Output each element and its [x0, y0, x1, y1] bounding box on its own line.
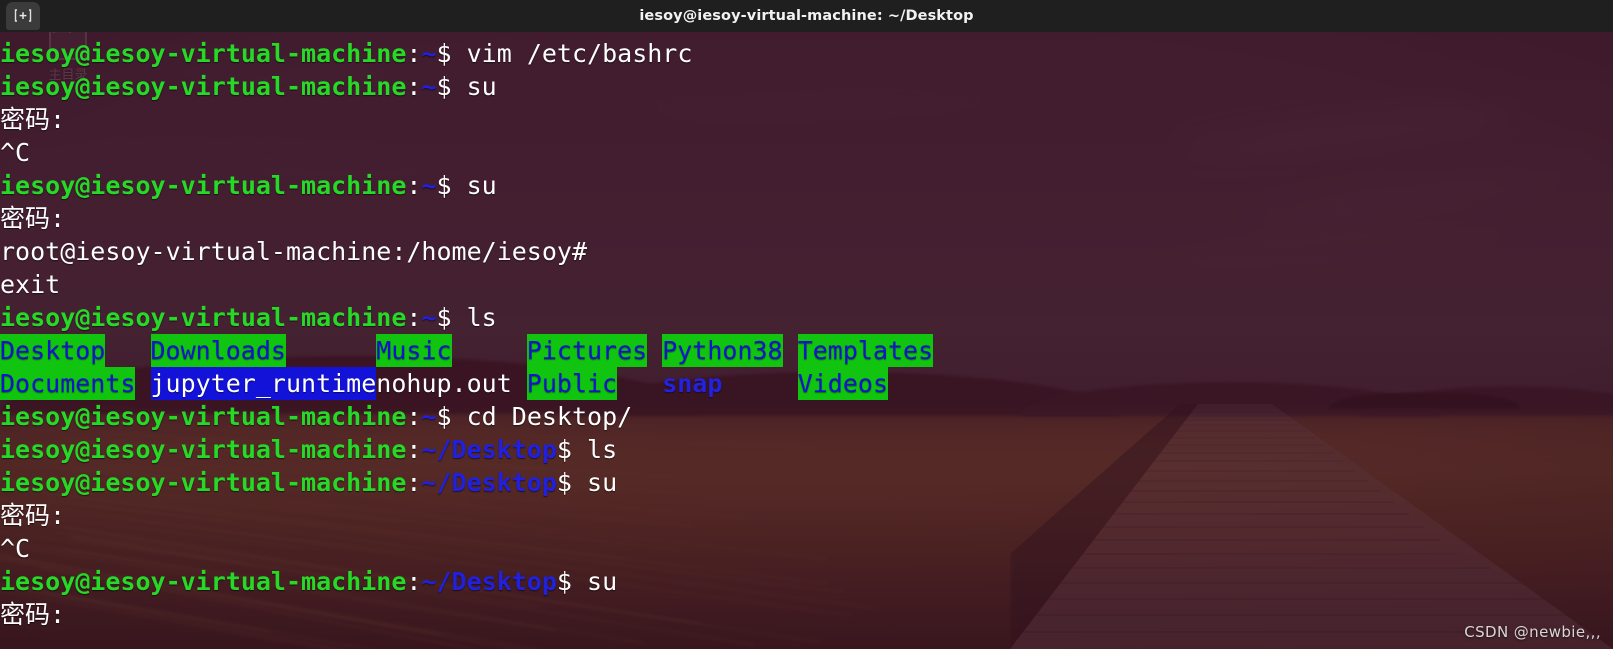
ls-entry[interactable]: jupyter_runtime [151, 367, 377, 400]
terminal-output-line: exit [0, 268, 1613, 301]
terminal-prompt-line: iesoy@iesoy-virtual-machine:~$ su [0, 70, 1613, 103]
terminal-command: su [452, 171, 497, 200]
ls-entry[interactable]: nohup.out [376, 367, 511, 400]
prompt-user-host: iesoy@iesoy-virtual-machine [0, 72, 406, 101]
prompt-path: ~ [421, 39, 436, 68]
prompt-dollar: $ [557, 468, 572, 497]
ls-entry[interactable]: Music [376, 334, 451, 367]
terminal-output-text: 密码: [0, 204, 65, 233]
ls-output-row: Documents jupyter_runtime nohup.out Public s… [0, 367, 1613, 400]
terminal-command: su [572, 567, 617, 596]
prompt-path: ~ [421, 72, 436, 101]
prompt-user-host: iesoy@iesoy-virtual-machine [0, 468, 406, 497]
terminal-output-line: 密码: [0, 499, 1613, 532]
terminal-prompt-line: iesoy@iesoy-virtual-machine:~$ cd Deskto… [0, 400, 1613, 433]
ls-entry[interactable]: Desktop [0, 334, 105, 367]
terminal-output-text: 密码: [0, 501, 65, 530]
window-titlebar: iesoy@iesoy-virtual-machine: ~/Desktop [0, 0, 1613, 32]
terminal-output-line: 密码: [0, 598, 1613, 631]
prompt-dollar: $ [437, 39, 452, 68]
prompt-path: ~ [421, 402, 436, 431]
terminal-output-line: ^C [0, 136, 1613, 169]
new-tab-button[interactable] [6, 2, 40, 30]
terminal-output-text: root@iesoy-virtual-machine:/home/iesoy# [0, 237, 587, 266]
terminal-prompt-line: iesoy@iesoy-virtual-machine:~$ ls [0, 301, 1613, 334]
window-title: iesoy@iesoy-virtual-machine: ~/Desktop [0, 0, 1613, 32]
ls-entry[interactable]: snap [662, 367, 722, 400]
prompt-colon: : [406, 402, 421, 431]
terminal-output-text: ^C [0, 138, 30, 167]
terminal-command: su [572, 468, 617, 497]
prompt-user-host: iesoy@iesoy-virtual-machine [0, 435, 406, 464]
new-tab-plus-icon [14, 8, 32, 24]
terminal-command: su [452, 72, 497, 101]
prompt-path: ~ [421, 303, 436, 332]
prompt-colon: : [406, 72, 421, 101]
terminal-output-text: 密码: [0, 600, 65, 629]
ls-entry[interactable]: Public [527, 367, 617, 400]
terminal-text-buffer: iesoy@iesoy-virtual-machine:~$ vim /etc/… [0, 32, 1613, 631]
terminal-prompt-line: iesoy@iesoy-virtual-machine:~$ su [0, 169, 1613, 202]
ls-entry[interactable]: Pictures [527, 334, 647, 367]
ls-entry[interactable]: Videos [798, 367, 888, 400]
prompt-path: ~/Desktop [421, 468, 556, 497]
prompt-path: ~/Desktop [421, 435, 556, 464]
prompt-colon: : [406, 435, 421, 464]
prompt-dollar: $ [437, 402, 452, 431]
terminal-output-line: 密码: [0, 202, 1613, 235]
prompt-dollar: $ [557, 435, 572, 464]
terminal-output-text: ^C [0, 534, 30, 563]
ls-entry[interactable]: Python38 [662, 334, 782, 367]
ls-entry[interactable]: Templates [798, 334, 933, 367]
ls-output-row: Desktop Downloads Music Pictures Python38 Tem… [0, 334, 1613, 367]
ls-entry[interactable]: Downloads [151, 334, 286, 367]
terminal-output-line: 密码: [0, 103, 1613, 136]
terminal-command: cd Desktop/ [452, 402, 633, 431]
terminal-output-line: ^C [0, 532, 1613, 565]
ls-entry[interactable]: Documents [0, 367, 135, 400]
prompt-colon: : [406, 468, 421, 497]
prompt-user-host: iesoy@iesoy-virtual-machine [0, 39, 406, 68]
watermark: CSDN @newbie,,, [1464, 623, 1601, 641]
prompt-colon: : [406, 303, 421, 332]
terminal-prompt-line: iesoy@iesoy-virtual-machine:~$ vim /etc/… [0, 37, 1613, 70]
prompt-dollar: $ [557, 567, 572, 596]
prompt-dollar: $ [437, 171, 452, 200]
terminal-prompt-line: iesoy@iesoy-virtual-machine:~/Desktop$ s… [0, 466, 1613, 499]
terminal-prompt-line: iesoy@iesoy-virtual-machine:~/Desktop$ s… [0, 565, 1613, 598]
prompt-user-host: iesoy@iesoy-virtual-machine [0, 402, 406, 431]
terminal-command: ls [452, 303, 497, 332]
prompt-colon: : [406, 171, 421, 200]
prompt-user-host: iesoy@iesoy-virtual-machine [0, 567, 406, 596]
terminal-output-text: 密码: [0, 105, 65, 134]
terminal-output-text: exit [0, 270, 60, 299]
terminal-window: 主目录 iesoy@iesoy-virtual-machine:~$ vim /… [0, 0, 1613, 649]
prompt-user-host: iesoy@iesoy-virtual-machine [0, 171, 406, 200]
prompt-dollar: $ [437, 303, 452, 332]
terminal-prompt-line: iesoy@iesoy-virtual-machine:~/Desktop$ l… [0, 433, 1613, 466]
prompt-colon: : [406, 567, 421, 596]
terminal-command: vim /etc/bashrc [452, 39, 693, 68]
prompt-colon: : [406, 39, 421, 68]
prompt-user-host: iesoy@iesoy-virtual-machine [0, 303, 406, 332]
terminal-command: ls [572, 435, 617, 464]
terminal-content-area[interactable]: iesoy@iesoy-virtual-machine:~$ vim /etc/… [0, 32, 1613, 649]
prompt-path: ~/Desktop [421, 567, 556, 596]
prompt-path: ~ [421, 171, 436, 200]
terminal-output-line: root@iesoy-virtual-machine:/home/iesoy# [0, 235, 1613, 268]
prompt-dollar: $ [437, 72, 452, 101]
